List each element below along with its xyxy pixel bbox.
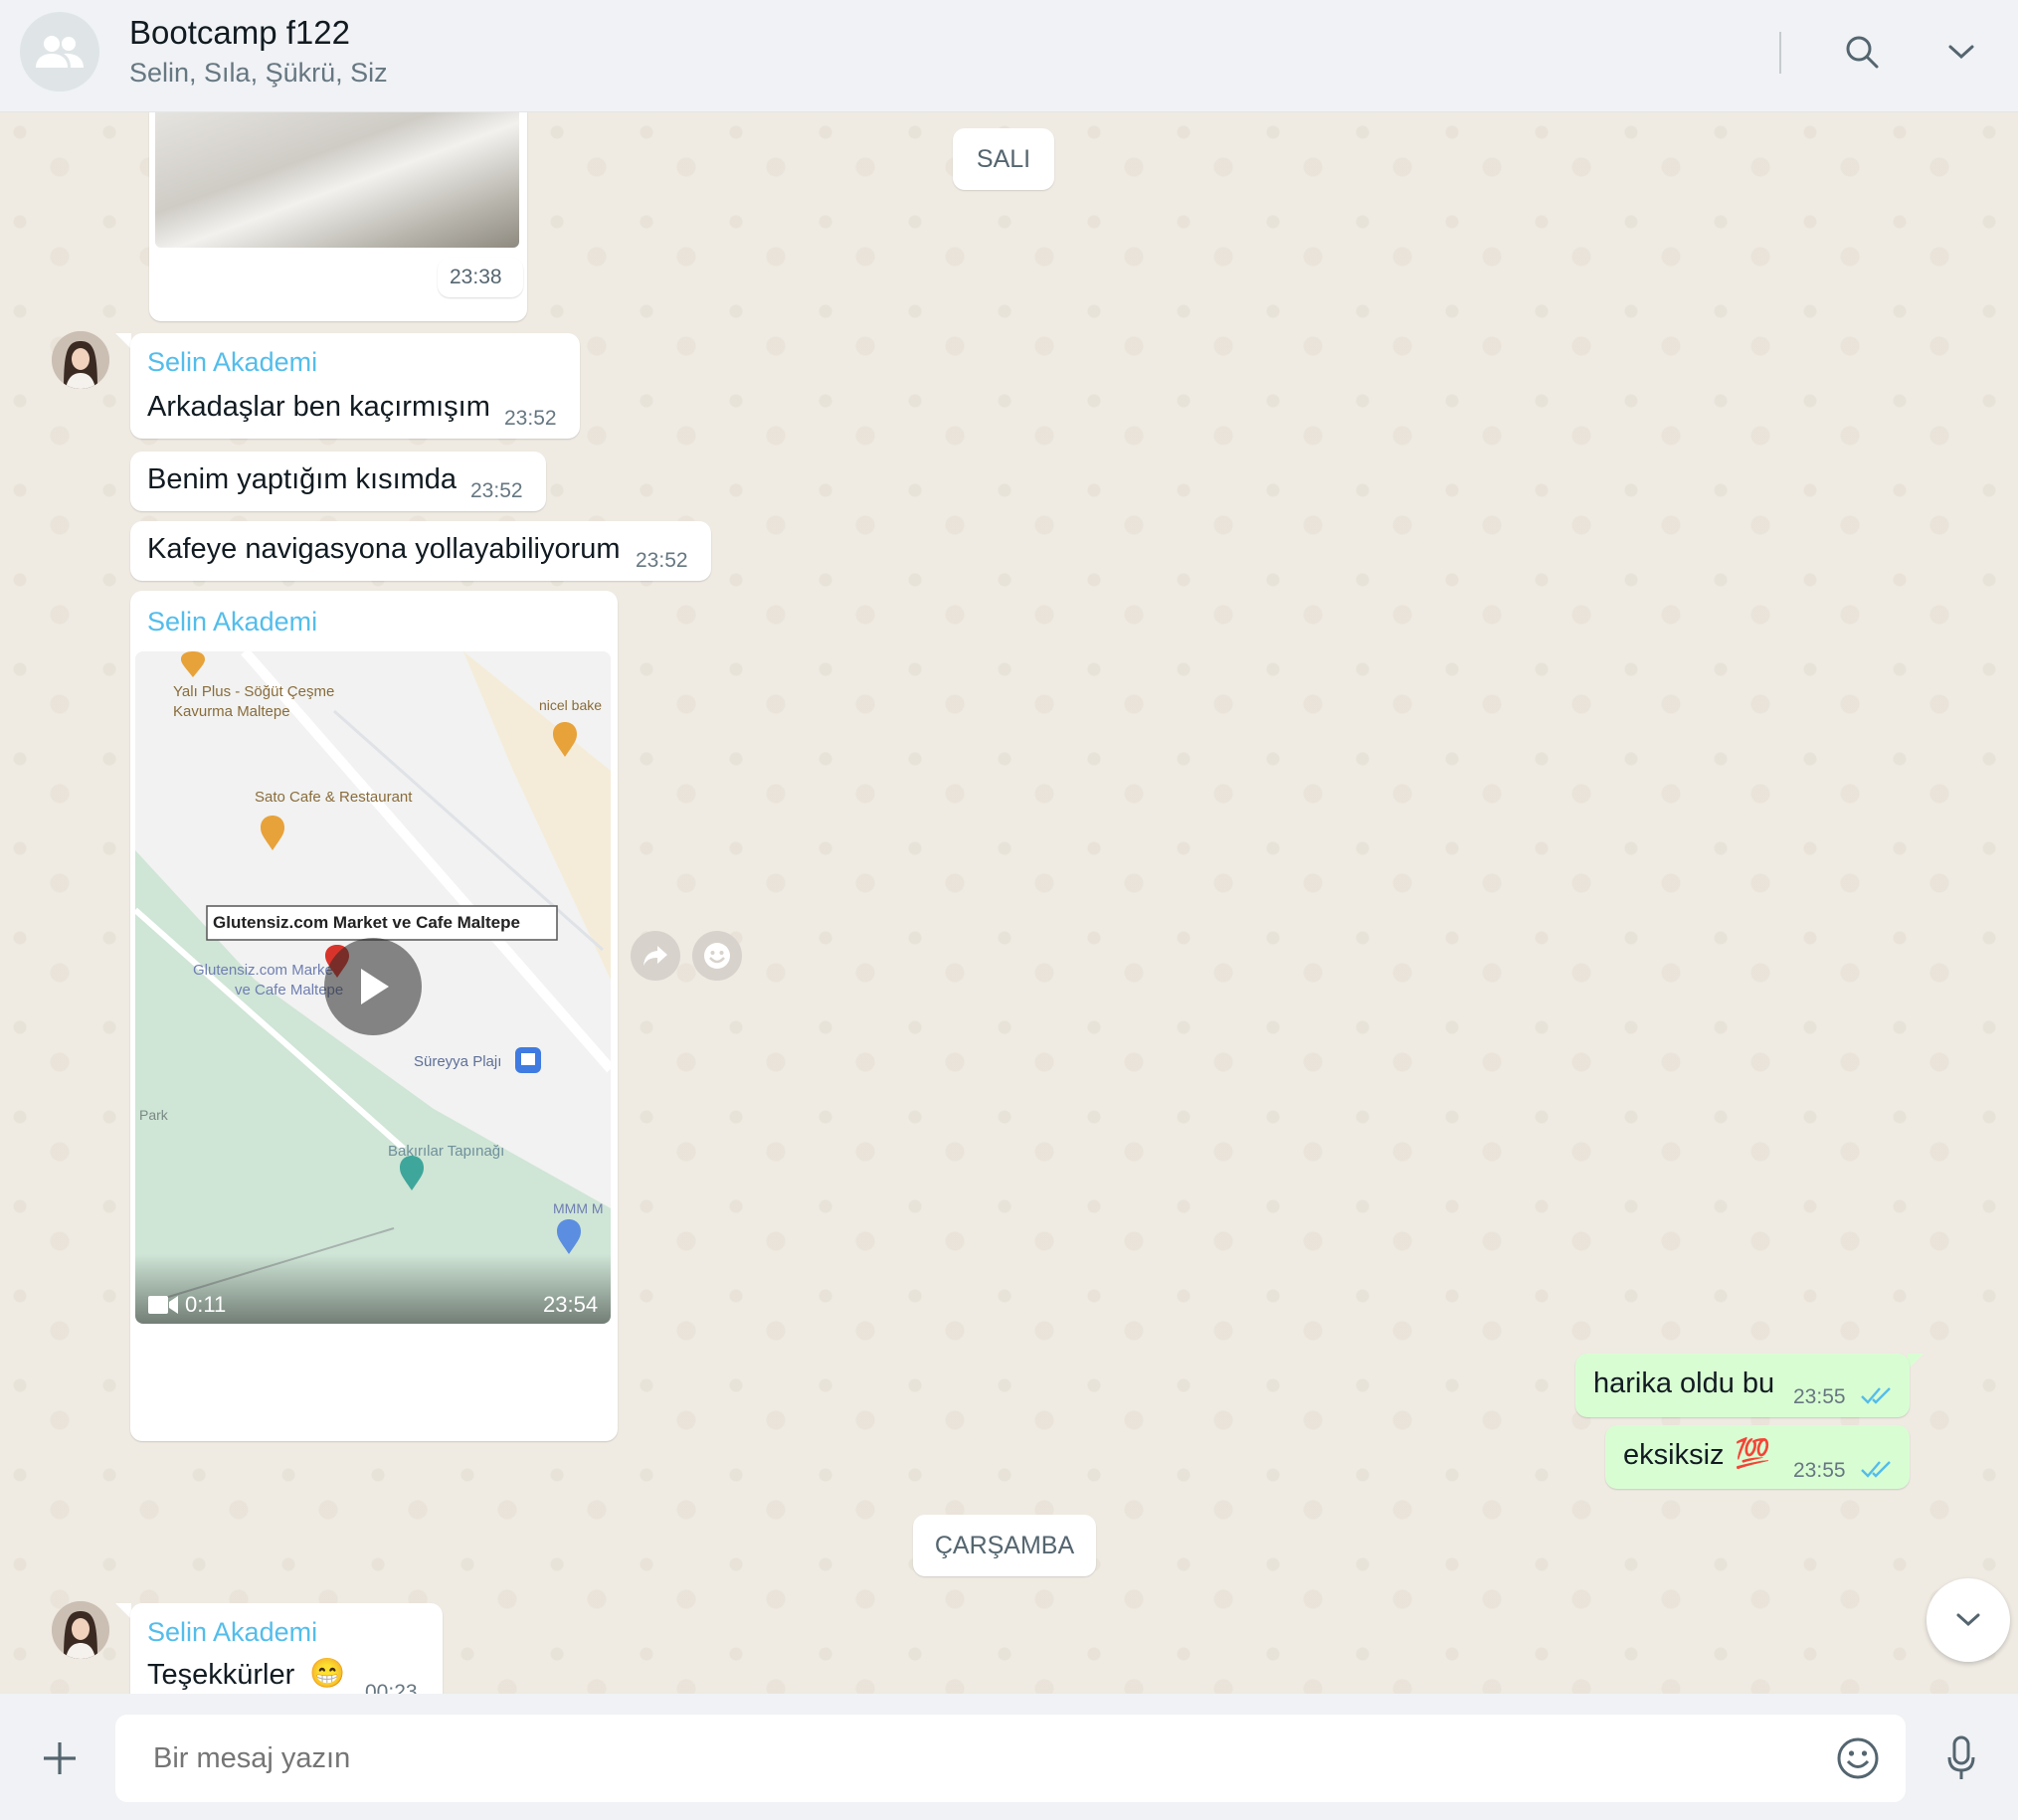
bubble-tail [1908,1354,1924,1369]
chat-title[interactable]: Bootcamp f122 [129,14,350,52]
landmark-pin-icon [400,1156,424,1190]
shop-pin-icon [557,1219,581,1254]
image-time-badge: 23:38 [438,258,523,297]
plus-icon [44,1742,76,1774]
avatar[interactable] [52,1601,109,1659]
message-list[interactable]: 23:38 SALI Selin Akademi Arkadaşlar ben … [0,112,2018,1694]
incoming-message[interactable]: Selin Akademi Arkadaşlar ben kaçırmışım … [130,333,580,439]
emoji-icon [1837,1737,1879,1779]
message-time: 23:52 [504,407,557,430]
incoming-message[interactable]: Benim yaptığım kısımda 23:52 [130,452,546,511]
food-pin-icon [553,722,577,757]
hundred-emoji: 💯 [1735,1438,1771,1470]
image-thumbnail[interactable] [155,112,519,248]
message-text: Teşekkürler [147,1659,295,1691]
outgoing-message[interactable]: harika oldu bu 23:55 [1575,1354,1910,1417]
map-label: nicel bake [539,697,603,713]
message-time: 23:52 [470,479,523,502]
chevron-down-icon [1956,1613,1980,1627]
video-duration: 0:11 [185,1292,227,1317]
search-button[interactable] [1840,30,1884,74]
double-check-icon [1861,1387,1891,1404]
message-text: harika oldu bu [1593,1367,1775,1399]
forward-button[interactable] [631,931,680,981]
map-label: Süreyya Plajı [414,1053,502,1070]
outgoing-message[interactable]: eksiksiz 💯 23:55 [1605,1425,1910,1489]
map-label: Glutensiz.com Market ve Cafe Maltepe [213,913,520,932]
voice-message-button[interactable] [1937,1734,1985,1782]
header-divider [1779,32,1781,74]
message-text: Benim yaptığım kısımda [147,463,458,495]
play-icon [361,969,389,1004]
react-button[interactable] [692,931,742,981]
message-time: 23:55 [1793,1385,1846,1408]
search-icon [1846,36,1879,69]
map-label: Yalı Plus - Söğüt Çeşme [173,683,335,700]
group-avatar[interactable] [20,12,99,91]
user-avatar-icon [52,1601,109,1659]
date-divider-tuesday: SALI [953,128,1054,190]
message-time: 00:23 [365,1681,418,1694]
message-input-box[interactable] [115,1715,1906,1802]
food-pin-icon [261,816,284,850]
message-text: Kafeye navigasyona yollayabiliyorum [147,533,621,565]
message-text: Arkadaşlar ben kaçırmışım [147,391,490,423]
sender-name[interactable]: Selin Akademi [147,607,317,637]
food-pin-icon [181,651,205,677]
bubble-tail [115,1603,131,1619]
microphone-icon [1947,1735,1975,1779]
menu-button[interactable] [1939,30,1983,74]
sender-name[interactable]: Selin Akademi [147,347,317,378]
message-time: 23:54 [543,1292,599,1317]
group-avatar-icon [36,36,84,68]
grin-emoji: 😁 [309,1658,346,1690]
map-label: Glutensiz.com Market [193,962,338,979]
chat-participants[interactable]: Selin, Sıla, Şükrü, Siz [129,58,388,89]
map-label: Park [139,1107,168,1123]
message-input[interactable] [151,1741,1846,1776]
emoji-button[interactable] [1834,1734,1882,1782]
attach-button[interactable] [38,1736,82,1780]
message-time: 23:55 [1793,1459,1846,1482]
play-button[interactable] [324,938,422,1035]
map-label: Sato Cafe & Restaurant [255,789,413,806]
video-thumbnail[interactable]: Yalı Plus - Söğüt Çeşme Kavurma Maltepe … [135,651,611,1324]
incoming-message[interactable]: Kafeye navigasyona yollayabiliyorum 23:5… [130,521,711,581]
message-time: 23:38 [450,266,502,288]
incoming-message[interactable]: Selin Akademi Teşekkürler 😁 00:23 [130,1603,443,1694]
chat-header: Bootcamp f122 Selin, Sıla, Şükrü, Siz [0,0,2018,112]
date-divider-wednesday: ÇARŞAMBA [913,1515,1096,1576]
chevron-down-icon [1948,45,1974,60]
bus-stop-icon [515,1047,541,1073]
double-check-icon [1861,1461,1891,1478]
composer-bar [0,1694,2018,1820]
forward-icon [643,946,667,966]
map-label: Kavurma Maltepe [173,703,290,720]
smiley-icon [704,943,730,969]
map-label: MMM M [553,1200,604,1216]
scroll-to-bottom-button[interactable] [1926,1578,2010,1662]
sender-name[interactable]: Selin Akademi [147,1617,317,1648]
user-avatar-icon [52,331,109,389]
bubble-tail [115,333,131,349]
video-camera-icon [148,1296,178,1314]
message-text: eksiksiz [1623,1439,1725,1471]
avatar[interactable] [52,331,109,389]
message-time: 23:52 [636,549,688,572]
